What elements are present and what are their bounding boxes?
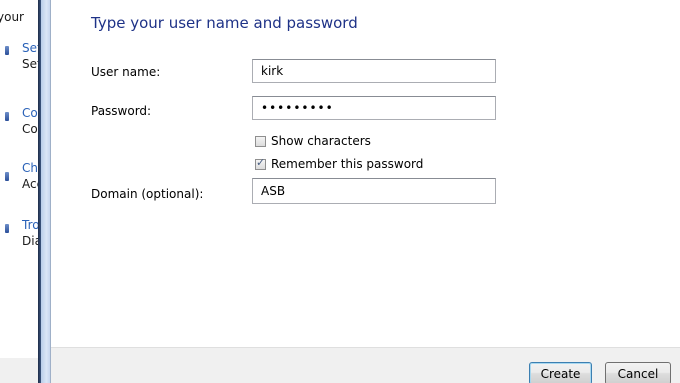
control-panel-icon <box>5 224 9 233</box>
password-field[interactable] <box>252 96 496 120</box>
domain-label: Domain (optional): <box>91 187 204 201</box>
control-panel-icon <box>5 112 9 121</box>
password-label: Password: <box>91 104 152 118</box>
remember-password-checkbox[interactable]: ✓ Remember this password <box>255 155 424 171</box>
background-window: your Set Set Co Cor Ch Acc Tro Dia <box>0 0 40 383</box>
domain-field[interactable] <box>252 178 496 204</box>
control-panel-icon <box>5 172 9 181</box>
screen: your Set Set Co Cor Ch Acc Tro Dia Type … <box>0 0 680 383</box>
control-panel-icon <box>5 46 9 55</box>
credentials-dialog <box>51 0 680 347</box>
background-link-2[interactable]: Co <box>22 106 38 120</box>
checkmark-icon: ✓ <box>256 155 266 169</box>
dialog-title: Type your user name and password <box>91 14 358 32</box>
background-heading: your <box>0 10 24 24</box>
remember-password-label: Remember this password <box>271 157 424 171</box>
background-footer <box>0 358 40 383</box>
cancel-button[interactable]: Cancel <box>605 362 671 383</box>
dialog-frame-glass <box>41 0 50 383</box>
show-characters-checkbox[interactable]: Show characters <box>255 134 371 148</box>
background-link-3[interactable]: Ch <box>22 161 38 175</box>
show-characters-label: Show characters <box>271 134 371 148</box>
username-label: User name: <box>91 65 161 79</box>
background-link-4[interactable]: Tro <box>22 218 40 232</box>
checkbox-unchecked-icon[interactable] <box>255 135 266 147</box>
create-button[interactable]: Create <box>529 362 592 383</box>
checkbox-checked-icon[interactable]: ✓ <box>255 155 266 170</box>
username-field[interactable] <box>252 59 496 83</box>
